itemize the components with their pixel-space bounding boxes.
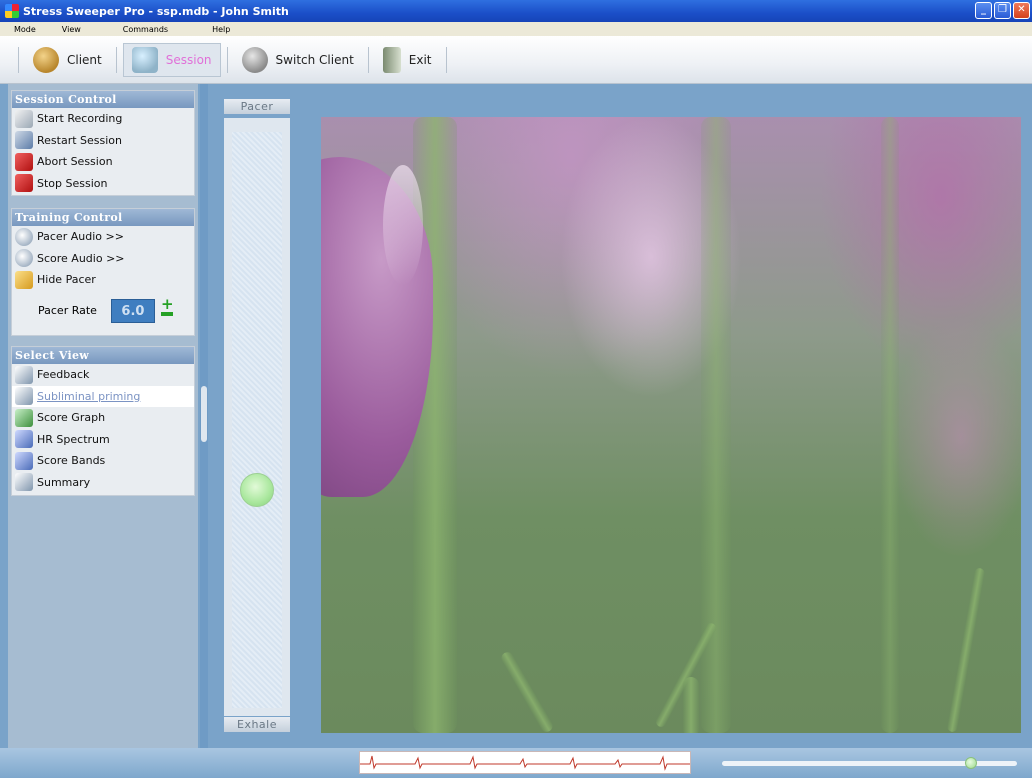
start-recording-label: Start Recording — [37, 112, 123, 126]
session-control-group: Session Control Start Recording Restart … — [11, 90, 195, 196]
increase-rate-icon[interactable]: + — [161, 296, 174, 311]
session-control-header: Session Control — [12, 91, 194, 108]
heartbeat-waveform — [359, 751, 691, 774]
subliminal-priming-image — [321, 117, 1021, 733]
switch-client-icon — [241, 46, 268, 73]
view-hr-spectrum-item[interactable]: HR Spectrum — [12, 429, 194, 451]
score-audio-icon — [15, 249, 33, 268]
hide-pacer-icon — [15, 270, 33, 289]
restart-icon — [15, 131, 33, 150]
switch-client-button[interactable]: Switch Client — [234, 43, 362, 77]
score-audio-label: Score Audio >> — [37, 251, 125, 265]
record-icon — [15, 109, 33, 128]
score-bands-icon — [15, 451, 33, 470]
stop-session-item[interactable]: Stop Session — [12, 173, 194, 195]
abort-session-item[interactable]: Abort Session — [12, 151, 194, 173]
score-graph-icon — [15, 408, 33, 427]
view-subliminal-priming-label: Subliminal priming — [37, 389, 141, 403]
session-button-label: Session — [165, 52, 212, 67]
session-button[interactable]: Session — [122, 42, 221, 77]
restore-button[interactable]: ❐ — [994, 2, 1011, 19]
app-icon — [5, 4, 19, 18]
pacer-audio-label: Pacer Audio >> — [37, 230, 124, 244]
view-score-graph-label: Score Graph — [37, 411, 106, 425]
view-feedback-label: Feedback — [37, 368, 90, 382]
pacer-top-label: Pacer — [224, 99, 290, 114]
select-view-group: Select View Feedback Subliminal priming … — [11, 346, 195, 496]
subliminal-priming-icon — [15, 387, 33, 406]
training-control-group: Training Control Pacer Audio >> Score Au… — [11, 208, 195, 336]
view-hr-spectrum-label: HR Spectrum — [37, 432, 110, 446]
pacer-audio-item[interactable]: Pacer Audio >> — [12, 226, 194, 248]
volume-slider[interactable] — [722, 757, 1017, 769]
status-bar — [0, 748, 1032, 778]
pacer-track — [224, 118, 290, 716]
view-score-graph-item[interactable]: Score Graph — [12, 407, 194, 429]
exit-button-label: Exit — [408, 52, 432, 67]
splitter-grip[interactable] — [201, 386, 207, 442]
pacer-rate-row: Pacer Rate 6.0 + — [12, 291, 194, 331]
pacer-audio-icon — [15, 227, 33, 246]
toolbar: Client Session Switch Client Exit — [0, 36, 1032, 84]
view-subliminal-priming-item[interactable]: Subliminal priming — [12, 385, 194, 407]
window-title: Stress Sweeper Pro - ssp.mdb - John Smit… — [23, 4, 289, 18]
client-button-label: Client — [67, 52, 102, 67]
minimize-button[interactable]: _ — [975, 2, 992, 19]
feedback-icon — [15, 365, 33, 384]
stop-session-label: Stop Session — [37, 176, 108, 190]
decrease-rate-icon[interactable] — [160, 311, 173, 316]
panel-splitter[interactable] — [200, 84, 208, 748]
switch-client-button-label: Switch Client — [275, 52, 354, 67]
menu-commands[interactable]: Commands — [123, 25, 168, 34]
abort-session-label: Abort Session — [37, 155, 113, 169]
menu-bar: Mode View Commands Help — [0, 22, 1032, 36]
menu-view[interactable]: View — [62, 25, 81, 34]
view-score-bands-label: Score Bands — [37, 454, 106, 468]
session-icon — [131, 46, 158, 73]
title-bar: Stress Sweeper Pro - ssp.mdb - John Smit… — [0, 0, 1032, 22]
hide-pacer-label: Hide Pacer — [37, 273, 96, 287]
restart-session-item[interactable]: Restart Session — [12, 130, 194, 152]
view-summary-label: Summary — [37, 475, 91, 489]
pacer: Pacer Exhale — [224, 99, 290, 733]
hide-pacer-item[interactable]: Hide Pacer — [12, 269, 194, 291]
client-button[interactable]: Client — [25, 43, 110, 77]
summary-icon — [15, 473, 33, 492]
pacer-rate-value[interactable]: 6.0 — [110, 298, 155, 323]
view-summary-item[interactable]: Summary — [12, 472, 194, 494]
menu-help[interactable]: Help — [212, 25, 230, 34]
score-audio-item[interactable]: Score Audio >> — [12, 248, 194, 270]
client-icon — [33, 46, 59, 73]
volume-slider-thumb[interactable] — [965, 757, 978, 769]
exit-button[interactable]: Exit — [375, 43, 440, 77]
pacer-inner — [232, 132, 282, 708]
stop-icon — [15, 174, 33, 193]
hr-spectrum-icon — [15, 430, 33, 449]
pacer-rate-label: Pacer Rate — [38, 304, 97, 317]
view-feedback-item[interactable]: Feedback — [12, 364, 194, 386]
restart-session-label: Restart Session — [37, 133, 123, 147]
left-panel: Session Control Start Recording Restart … — [8, 84, 198, 748]
exit-door-icon — [382, 46, 401, 73]
select-view-header: Select View — [12, 347, 194, 364]
training-control-header: Training Control — [12, 209, 194, 226]
abort-icon — [15, 152, 33, 171]
menu-mode[interactable]: Mode — [14, 25, 36, 34]
pacer-bottom-label: Exhale — [224, 717, 290, 732]
close-button[interactable]: ✕ — [1013, 2, 1030, 19]
view-score-bands-item[interactable]: Score Bands — [12, 450, 194, 472]
start-recording-item[interactable]: Start Recording — [12, 108, 194, 130]
